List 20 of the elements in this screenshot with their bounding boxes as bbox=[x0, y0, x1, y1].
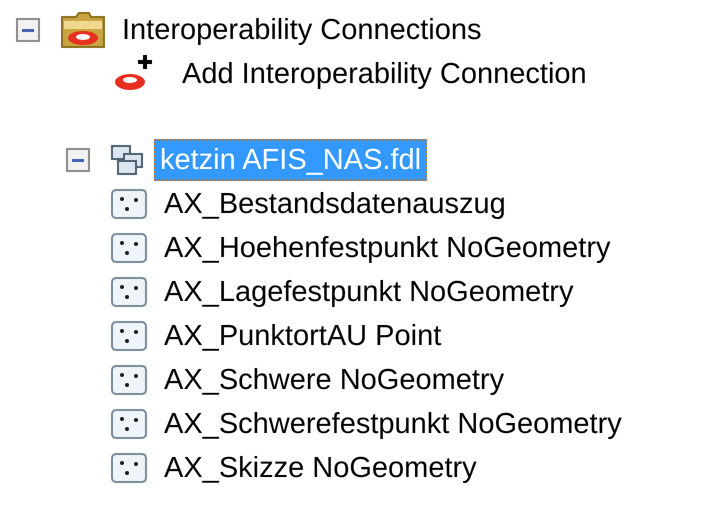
tree-item[interactable]: AX_Schwerefestpunkt NoGeometry bbox=[158, 403, 628, 445]
collapse-toggle-icon[interactable] bbox=[16, 18, 40, 42]
tree-item[interactable]: AX_PunktortAU Point bbox=[158, 315, 448, 357]
point-layer-icon bbox=[110, 364, 148, 396]
tree-item[interactable]: AX_Lagefestpunkt NoGeometry bbox=[158, 271, 580, 313]
tree-item[interactable]: AX_Bestandsdatenauszug bbox=[158, 183, 512, 225]
folder-icon bbox=[60, 11, 106, 49]
point-layer-icon bbox=[110, 452, 148, 484]
point-layer-icon bbox=[110, 408, 148, 440]
tree-item[interactable]: AX_Skizze NoGeometry bbox=[158, 447, 483, 489]
point-layer-icon bbox=[110, 320, 148, 352]
collapse-toggle-icon[interactable] bbox=[66, 148, 90, 172]
point-layer-icon bbox=[110, 276, 148, 308]
tree-item[interactable]: AX_Hoehenfestpunkt NoGeometry bbox=[158, 227, 617, 269]
tree-item[interactable]: Interoperability Connections bbox=[116, 9, 488, 51]
tree-item[interactable]: AX_Schwere NoGeometry bbox=[158, 359, 510, 401]
windows-icon bbox=[110, 144, 144, 176]
point-layer-icon bbox=[110, 232, 148, 264]
point-layer-icon bbox=[110, 188, 148, 220]
tree-item[interactable]: Add Interoperability Connection bbox=[176, 53, 593, 95]
